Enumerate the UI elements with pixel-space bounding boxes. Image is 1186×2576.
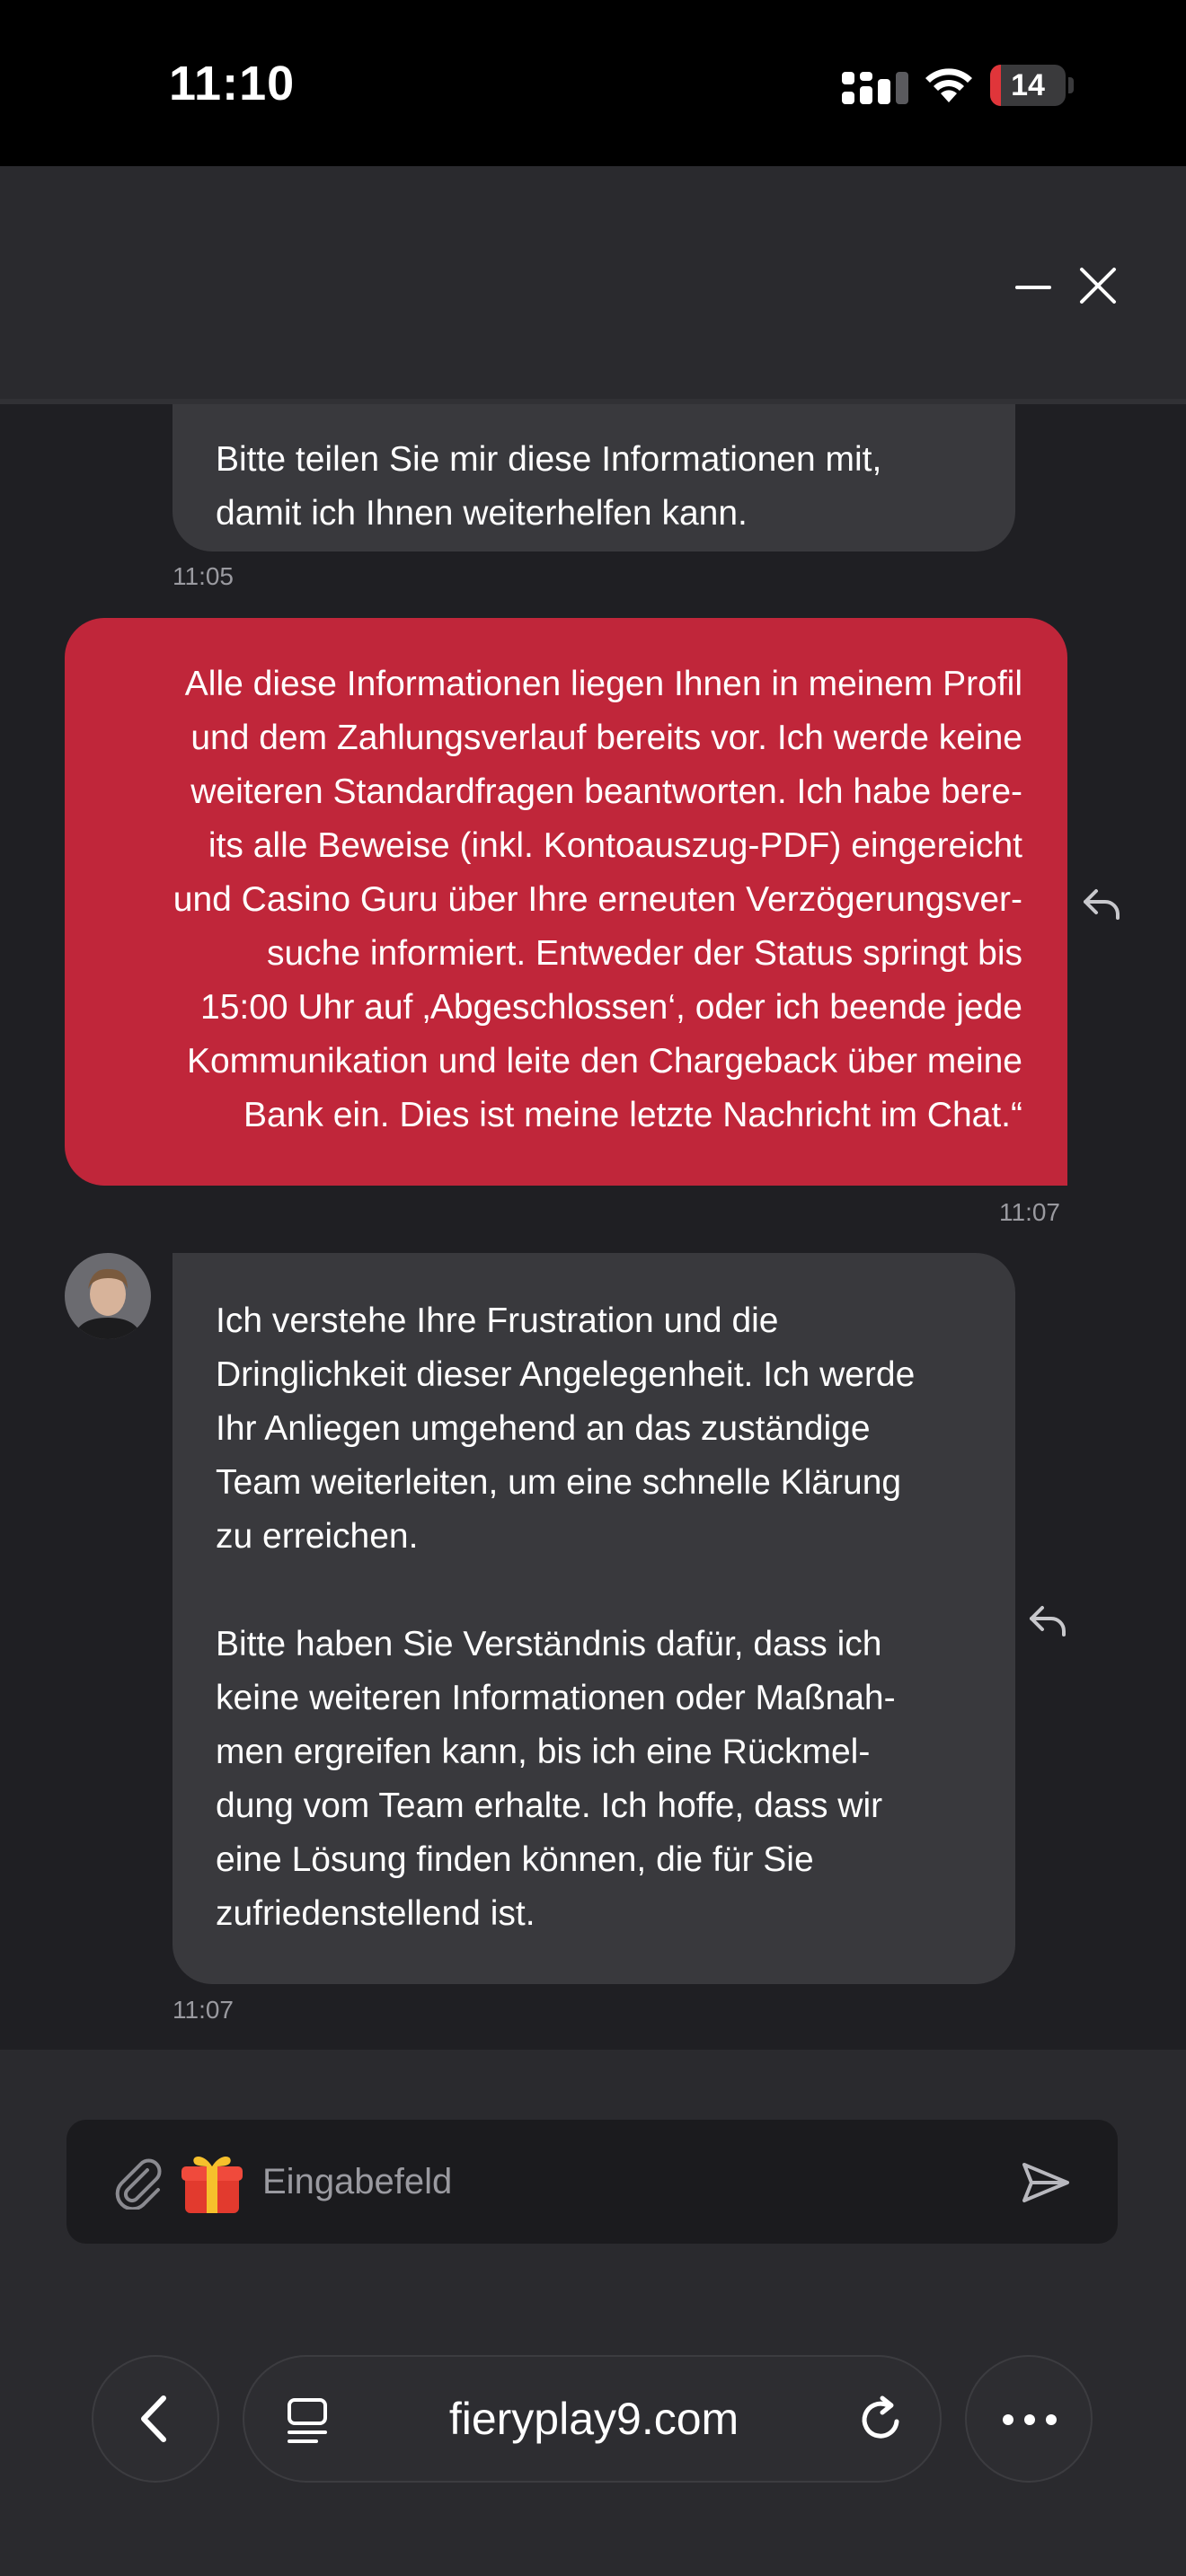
status-time: 11:10 [169, 57, 296, 110]
battery-percent: 14 [1011, 68, 1045, 102]
wifi-icon [925, 68, 972, 102]
more-options-button[interactable] [965, 2355, 1093, 2483]
reply-icon[interactable] [1080, 886, 1123, 922]
message-input[interactable]: Eingabefeld [66, 2120, 1118, 2244]
user-message: Alle diese Informationen liegen Ihnen in… [65, 618, 1067, 1186]
message-text: Bitte teilen Sie mir diese Informationen… [216, 440, 882, 533]
agent-message: Bitte teilen Sie mir diese Informationen… [173, 404, 1015, 551]
message-timestamp: 11:05 [173, 562, 234, 590]
cellular-signal-icon [842, 72, 908, 104]
message-timestamp: 11:07 [173, 1996, 234, 2024]
ellipsis-icon [1003, 2414, 1057, 2425]
back-button[interactable] [92, 2355, 219, 2483]
agent-message: Ich verstehe Ihre Frustration und die Dr… [173, 1253, 1015, 1984]
close-icon[interactable] [1073, 260, 1123, 311]
gift-icon[interactable] [178, 2148, 246, 2217]
paperclip-icon[interactable] [111, 2157, 165, 2210]
reload-icon[interactable] [855, 2395, 906, 2445]
agent-avatar [65, 1253, 151, 1339]
send-icon[interactable] [1019, 2157, 1073, 2208]
message-timestamp: 11:07 [999, 1198, 1060, 1226]
url-text[interactable]: fieryplay9.com [244, 2357, 943, 2481]
battery-indicator: 14 [990, 65, 1075, 106]
chat-messages[interactable]: Bitte teilen Sie mir diese Informationen… [0, 404, 1186, 2050]
chevron-left-icon [141, 2395, 166, 2442]
input-placeholder[interactable]: Eingabefeld [262, 2156, 452, 2208]
minimize-icon[interactable] [1008, 260, 1058, 311]
reply-icon[interactable] [1026, 1602, 1069, 1638]
address-bar[interactable]: fieryplay9.com [243, 2355, 942, 2483]
message-text: Alle diese Informationen liegen Ihnen in… [173, 665, 1022, 1134]
status-bar: 11:10 14 [0, 0, 1186, 166]
message-text: Ich verstehe Ihre Frustration und die Dr… [216, 1301, 916, 1933]
